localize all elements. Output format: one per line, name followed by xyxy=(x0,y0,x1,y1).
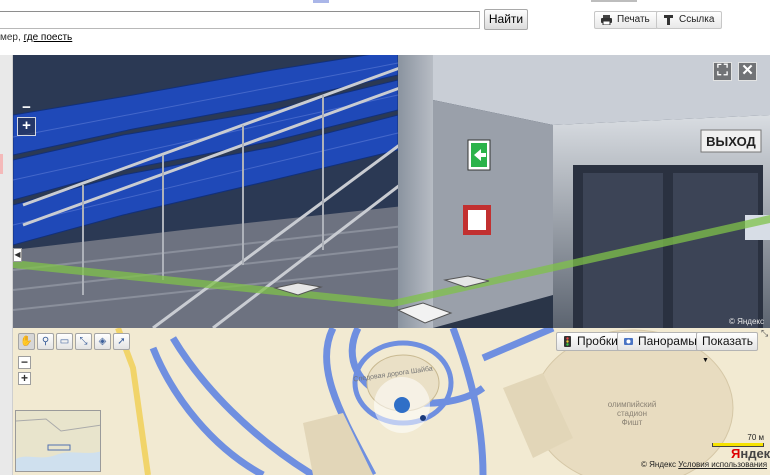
magnifier-icon[interactable]: ⚲ xyxy=(37,333,54,350)
hand-icon[interactable]: ✋ xyxy=(18,333,35,350)
layers-icon[interactable]: ◈ xyxy=(94,333,111,350)
stadium-label-line1: олимпийский xyxy=(607,400,657,409)
close-icon[interactable]: ✕ xyxy=(738,62,757,81)
panorama-camera-icon xyxy=(624,338,633,345)
route-icon[interactable]: ⤡ xyxy=(75,333,92,350)
panorama-copyright: © Яндекс xyxy=(728,317,764,326)
panorama-left-arrow-icon[interactable]: ◀ xyxy=(13,248,22,262)
chevron-down-icon: ▼ xyxy=(702,357,709,364)
map-corner-resize-icon[interactable]: ⤡ xyxy=(761,328,768,339)
terms-of-use-link[interactable]: Условия использования xyxy=(678,460,767,469)
yandex-logo: Яндекс xyxy=(731,446,770,461)
fullscreen-icon[interactable]: ⛶ xyxy=(713,62,732,81)
map-zoom-in-button[interactable]: + xyxy=(18,372,31,385)
show-label: Показать xyxy=(702,334,754,348)
ruler-icon[interactable]: ▭ xyxy=(56,333,73,350)
print-button[interactable]: Печать xyxy=(594,11,658,29)
browser-page: Найти Печать Ссылка мер, где поесть ВЫХО… xyxy=(0,0,770,475)
top-decoration xyxy=(313,0,329,3)
map-view[interactable]: ✋ ⚲ ▭ ⤡ ◈ ➚ − + Пробки Панорамы Показать… xyxy=(13,328,770,475)
stadium-label-line2: стадион Фишт xyxy=(616,409,648,427)
top-decoration xyxy=(591,0,637,2)
cursor-icon[interactable]: ➚ xyxy=(113,333,130,350)
panorama-viewer[interactable]: ВЫХОД − + ⛶ ✕ ◀ © Яндекс xyxy=(13,55,770,328)
map-zoom-out-button[interactable]: − xyxy=(18,356,31,369)
exit-sign: ВЫХОД xyxy=(706,134,756,149)
map-toolbar: ✋ ⚲ ▭ ⤡ ◈ ➚ xyxy=(18,333,130,350)
show-dropdown[interactable]: Показать ▼ xyxy=(696,332,758,364)
panorama-image: ВЫХОД xyxy=(13,55,770,328)
page-side-strip xyxy=(0,55,13,475)
overview-minimap[interactable] xyxy=(15,410,101,472)
map-copyright: © Яндекс Условия использования xyxy=(641,460,767,469)
traffic-button[interactable]: Пробки xyxy=(556,332,624,351)
print-label: Печать xyxy=(617,14,650,25)
hint-link-where-to-eat[interactable]: где поесть xyxy=(24,32,73,43)
link-button[interactable]: Ссылка xyxy=(656,11,723,29)
map-copyright-text: © Яндекс xyxy=(641,460,677,469)
stadium-label: олимпийский стадион Фишт xyxy=(607,400,657,427)
printer-icon xyxy=(601,15,612,25)
hint-prefix: мер, xyxy=(0,32,21,43)
scale-label: 70 м xyxy=(747,433,764,442)
page-side-marker xyxy=(0,154,3,174)
link-label: Ссылка xyxy=(679,14,715,25)
minimap-image xyxy=(16,411,100,471)
pin-icon xyxy=(664,15,673,25)
traffic-light-icon xyxy=(564,336,571,347)
search-input[interactable] xyxy=(0,11,480,29)
panorama-zoom-in-button[interactable]: + xyxy=(17,117,36,136)
panoramas-label: Панорамы xyxy=(638,334,697,348)
search-hint: мер, где поесть xyxy=(0,32,72,43)
map-scale: 70 м xyxy=(712,433,764,447)
panoramas-button[interactable]: Панорамы xyxy=(617,332,703,351)
traffic-label: Пробки xyxy=(577,334,618,348)
find-button[interactable]: Найти xyxy=(484,9,528,30)
